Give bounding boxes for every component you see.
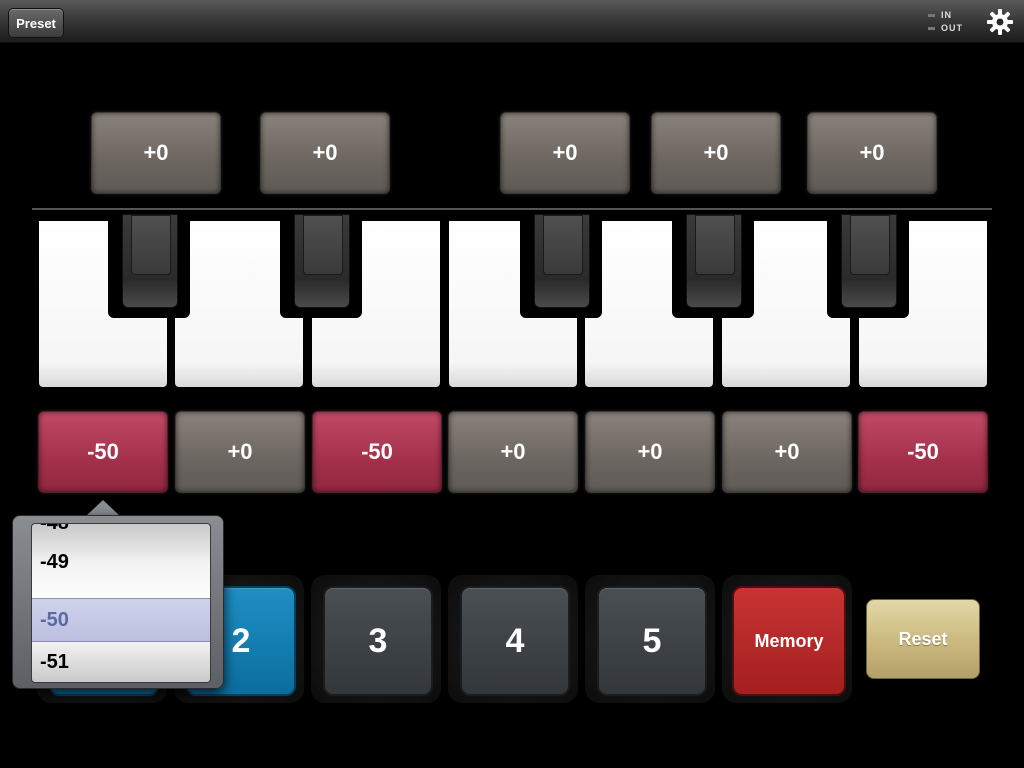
- keyboard-top-divider: [32, 208, 992, 210]
- white-key-tune-pad[interactable]: -50: [858, 411, 988, 493]
- picker-option[interactable]: -49: [40, 551, 69, 574]
- white-key-tune-pad[interactable]: +0: [722, 411, 852, 493]
- memory-slot-5-button[interactable]: 5: [597, 586, 707, 696]
- black-key-face: [850, 215, 890, 275]
- black-key-tune-pad[interactable]: +0: [651, 112, 781, 194]
- memory-button[interactable]: Memory: [732, 586, 846, 696]
- black-key-d-sharp[interactable]: [280, 212, 362, 318]
- midi-out-indicator: OUT: [928, 23, 963, 33]
- reset-button[interactable]: Reset: [866, 599, 980, 679]
- picker-option[interactable]: -51: [40, 651, 69, 674]
- black-key-face: [695, 215, 735, 275]
- black-key-body: [294, 214, 350, 308]
- black-key-face: [131, 215, 171, 275]
- preset-button[interactable]: Preset: [8, 8, 64, 38]
- black-key-body: [841, 214, 897, 308]
- white-key-tune-pad[interactable]: -50: [38, 411, 168, 493]
- midi-in-led: [928, 13, 935, 17]
- black-key-face: [543, 215, 583, 275]
- midi-out-led: [928, 26, 935, 30]
- picker-option[interactable]: -48: [40, 524, 69, 535]
- memory-slot-4-button[interactable]: 4: [460, 586, 570, 696]
- popover-arrow: [86, 500, 120, 516]
- black-key-body: [534, 214, 590, 308]
- top-bar: Preset IN OUT: [0, 0, 1024, 43]
- black-key-f-sharp[interactable]: [520, 212, 602, 318]
- memory-slot-3-button[interactable]: 3: [323, 586, 433, 696]
- black-key-body: [686, 214, 742, 308]
- white-key-tune-pad[interactable]: -50: [312, 411, 442, 493]
- black-key-tune-pad[interactable]: +0: [260, 112, 390, 194]
- tuning-picker-popover: -48 -49 -50 -51: [12, 515, 224, 689]
- black-key-tune-pad[interactable]: +0: [500, 112, 630, 194]
- black-key-face: [303, 215, 343, 275]
- white-key-tune-pad[interactable]: +0: [585, 411, 715, 493]
- black-key-tune-pad[interactable]: +0: [91, 112, 221, 194]
- white-key-tune-pad[interactable]: +0: [448, 411, 578, 493]
- midi-in-indicator: IN: [928, 10, 952, 20]
- midi-in-label: IN: [941, 10, 952, 20]
- gear-icon[interactable]: [985, 7, 1015, 37]
- tuning-picker-wheel[interactable]: -48 -49 -50 -51: [31, 523, 211, 683]
- white-key-tune-pad[interactable]: +0: [175, 411, 305, 493]
- black-key-c-sharp[interactable]: [108, 212, 190, 318]
- picker-option-selected[interactable]: -50: [40, 609, 69, 632]
- black-key-tune-pad[interactable]: +0: [807, 112, 937, 194]
- black-key-g-sharp[interactable]: [672, 212, 754, 318]
- black-key-a-sharp[interactable]: [827, 212, 909, 318]
- black-key-body: [122, 214, 178, 308]
- midi-out-label: OUT: [941, 23, 963, 33]
